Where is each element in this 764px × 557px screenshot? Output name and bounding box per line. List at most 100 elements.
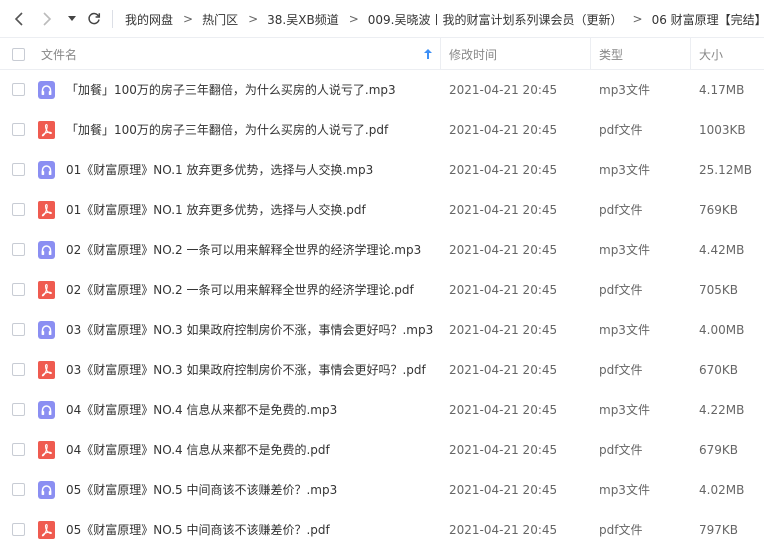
sort-arrow-up-icon[interactable] (424, 38, 432, 70)
file-type: mp3文件 (599, 403, 650, 417)
file-name[interactable]: 05《财富原理》NO.5 中间商该不该赚差价？.mp3 (66, 470, 337, 510)
row-checkbox[interactable] (12, 163, 25, 176)
row-checkbox[interactable] (12, 243, 25, 256)
history-dropdown-button[interactable] (64, 9, 80, 29)
column-divider[interactable] (690, 38, 691, 70)
refresh-icon (88, 12, 101, 25)
back-button[interactable] (9, 9, 29, 29)
pdf-file-icon-wrap (38, 441, 55, 459)
file-modified-time: 2021-04-21 20:45 (449, 443, 558, 457)
file-type: pdf文件 (599, 363, 643, 377)
pdf-file-icon (38, 521, 55, 539)
file-row[interactable]: 05《财富原理》NO.5 中间商该不该赚差价？.mp3 2021-04-21 20… (0, 470, 764, 510)
pdf-file-icon-wrap (38, 121, 55, 139)
file-name[interactable]: 04《财富原理》NO.4 信息从来都不是免费的.pdf (66, 430, 330, 470)
column-header-time[interactable]: 修改时间 (449, 38, 497, 70)
breadcrumb-separator: > (632, 12, 643, 26)
row-checkbox[interactable] (12, 123, 25, 136)
breadcrumb-item[interactable]: 热门区 (199, 11, 241, 28)
file-name[interactable]: 02《财富原理》NO.2 一条可以用来解释全世界的经济学理论.mp3 (66, 230, 421, 270)
file-name[interactable]: 05《财富原理》NO.5 中间商该不该赚差价？.pdf (66, 510, 330, 550)
file-name[interactable]: 01《财富原理》NO.1 放弃更多优势，选择与人交换.mp3 (66, 150, 373, 190)
audio-file-icon (38, 401, 55, 419)
file-size: 4.22MB (699, 403, 745, 417)
audio-file-icon-wrap (38, 161, 55, 179)
row-checkbox[interactable] (12, 483, 25, 496)
file-type: pdf文件 (599, 523, 643, 537)
file-modified-time: 2021-04-21 20:45 (449, 283, 558, 297)
file-row[interactable]: 01《财富原理》NO.1 放弃更多优势，选择与人交换.pdf 2021-04-21… (0, 190, 764, 230)
file-row[interactable]: 01《财富原理》NO.1 放弃更多优势，选择与人交换.mp3 2021-04-21… (0, 150, 764, 190)
row-checkbox[interactable] (12, 403, 25, 416)
file-modified-time: 2021-04-21 20:45 (449, 323, 558, 337)
file-size: 4.42MB (699, 243, 745, 257)
file-name[interactable]: 04《财富原理》NO.4 信息从来都不是免费的.mp3 (66, 390, 337, 430)
file-size: 769KB (699, 203, 739, 217)
chevron-right-icon (43, 12, 52, 26)
row-checkbox[interactable] (12, 443, 25, 456)
row-checkbox[interactable] (12, 523, 25, 536)
file-row[interactable]: 04《财富原理》NO.4 信息从来都不是免费的.mp3 2021-04-21 20… (0, 390, 764, 430)
select-all-checkbox[interactable] (12, 38, 25, 70)
file-size: 25.12MB (699, 163, 752, 177)
column-divider[interactable] (590, 38, 591, 70)
file-row[interactable]: 05《财富原理》NO.5 中间商该不该赚差价？.pdf 2021-04-21 20… (0, 510, 764, 550)
file-row[interactable]: 「加餐」100万的房子三年翻倍，为什么买房的人说亏了.pdf 2021-04-21… (0, 110, 764, 150)
toolbar: 我的网盘 > 热门区 >38.吴XB频道 >009.吴晓波丨我的财富计划系列课会员（更新… (0, 0, 764, 38)
file-row[interactable]: 02《财富原理》NO.2 一条可以用来解释全世界的经济学理论.pdf 2021-0… (0, 270, 764, 310)
chevron-left-icon (14, 12, 23, 26)
caret-down-icon (68, 16, 76, 21)
file-name[interactable]: 03《财富原理》NO.3 如果政府控制房价不涨，事情会更好吗？.mp3 (66, 310, 433, 350)
file-type: pdf文件 (599, 123, 643, 137)
file-size: 1003KB (699, 123, 746, 137)
row-checkbox[interactable] (12, 83, 25, 96)
file-row[interactable]: 02《财富原理》NO.2 一条可以用来解释全世界的经济学理论.mp3 2021-0… (0, 230, 764, 270)
pdf-file-icon-wrap (38, 521, 55, 539)
forward-button[interactable] (37, 9, 57, 29)
file-name[interactable]: 「加餐」100万的房子三年翻倍，为什么买房的人说亏了.pdf (66, 110, 388, 150)
pdf-file-icon (38, 201, 55, 219)
file-type: mp3文件 (599, 83, 650, 97)
audio-file-icon (38, 81, 55, 99)
file-row[interactable]: 「加餐」100万的房子三年翻倍，为什么买房的人说亏了.mp3 2021-04-21… (0, 70, 764, 110)
file-row[interactable]: 03《财富原理》NO.3 如果政府控制房价不涨，事情会更好吗？.mp3 2021-… (0, 310, 764, 350)
file-name[interactable]: 01《财富原理》NO.1 放弃更多优势，选择与人交换.pdf (66, 190, 366, 230)
row-checkbox[interactable] (12, 283, 25, 296)
file-row[interactable]: 03《财富原理》NO.3 如果政府控制房价不涨，事情会更好吗？.pdf 2021-… (0, 350, 764, 390)
breadcrumb-item[interactable]: 我的网盘 (122, 11, 176, 28)
file-modified-time: 2021-04-21 20:45 (449, 203, 558, 217)
file-size: 4.00MB (699, 323, 745, 337)
breadcrumb-item[interactable]: 38.吴XB频道 (264, 11, 342, 28)
breadcrumb-separator: > (248, 12, 259, 26)
file-row[interactable]: 04《财富原理》NO.4 信息从来都不是免费的.pdf 2021-04-21 20… (0, 430, 764, 470)
file-list-header: 文件名 修改时间 类型 大小 (0, 38, 764, 70)
row-checkbox[interactable] (12, 363, 25, 376)
file-name[interactable]: 「加餐」100万的房子三年翻倍，为什么买房的人说亏了.mp3 (66, 70, 396, 110)
column-divider[interactable] (440, 38, 441, 70)
column-header-name[interactable]: 文件名 (41, 38, 77, 70)
refresh-button[interactable] (84, 9, 104, 29)
toolbar-divider (112, 10, 113, 28)
breadcrumb-item[interactable]: 06 财富原理【完结】 (649, 11, 764, 28)
row-checkbox[interactable] (12, 323, 25, 336)
audio-file-icon (38, 161, 55, 179)
column-header-size[interactable]: 大小 (699, 38, 723, 70)
file-size: 4.02MB (699, 483, 745, 497)
file-type: mp3文件 (599, 243, 650, 257)
file-type: mp3文件 (599, 163, 650, 177)
audio-file-icon (38, 241, 55, 259)
audio-file-icon-wrap (38, 481, 55, 499)
audio-file-icon-wrap (38, 81, 55, 99)
file-name[interactable]: 03《财富原理》NO.3 如果政府控制房价不涨，事情会更好吗？.pdf (66, 350, 426, 390)
breadcrumb-item[interactable]: 009.吴晓波丨我的财富计划系列课会员（更新） (365, 11, 626, 28)
pdf-file-icon-wrap (38, 201, 55, 219)
file-modified-time: 2021-04-21 20:45 (449, 523, 558, 537)
file-size: 679KB (699, 443, 739, 457)
file-type: pdf文件 (599, 443, 643, 457)
file-modified-time: 2021-04-21 20:45 (449, 83, 558, 97)
row-checkbox[interactable] (12, 203, 25, 216)
pdf-file-icon (38, 281, 55, 299)
audio-file-icon-wrap (38, 401, 55, 419)
column-header-type[interactable]: 类型 (599, 38, 623, 70)
file-name[interactable]: 02《财富原理》NO.2 一条可以用来解释全世界的经济学理论.pdf (66, 270, 414, 310)
